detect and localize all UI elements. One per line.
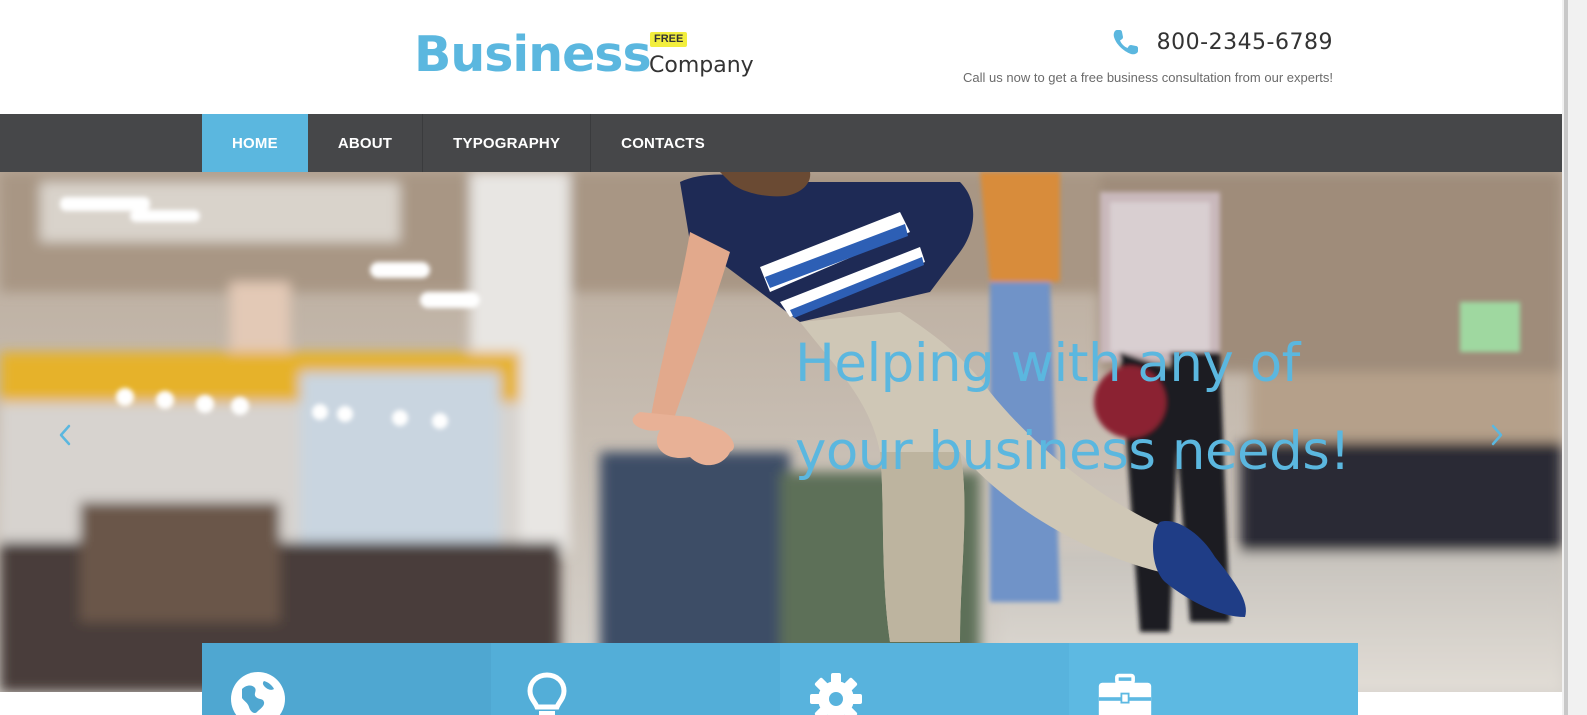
page-scrollbar[interactable] <box>1562 0 1587 715</box>
scrollbar-thumb[interactable] <box>1564 0 1568 715</box>
hero-headline-line-1: Helping with any of <box>795 333 1300 394</box>
lightbulb-icon <box>527 672 567 715</box>
phone-row: 800-2345-6789 <box>963 22 1333 62</box>
gear-icon <box>810 673 862 715</box>
chevron-left-icon <box>59 424 71 446</box>
page: Business FREE Company 800-2345-6789 Call… <box>0 0 1587 715</box>
logo-main-text: Business <box>414 26 652 83</box>
nav-item-typography[interactable]: TYPOGRAPHY <box>423 114 592 172</box>
feature-box-1[interactable] <box>202 643 491 715</box>
phone-icon <box>1111 27 1141 57</box>
slider-prev-button[interactable] <box>54 420 78 450</box>
feature-box-3[interactable] <box>780 643 1069 715</box>
site-header: Business FREE Company 800-2345-6789 Call… <box>0 0 1562 114</box>
contact-tagline: Call us now to get a free business consu… <box>963 70 1333 85</box>
slider-next-button[interactable] <box>1484 420 1508 450</box>
feature-box-2[interactable] <box>491 643 780 715</box>
logo-sub-text: Company <box>649 53 754 78</box>
phone-number[interactable]: 800-2345-6789 <box>1157 30 1333 55</box>
hero-headline-line-2: your business needs! <box>795 421 1351 482</box>
feature-box-4[interactable] <box>1069 643 1358 715</box>
nav-item-contacts[interactable]: CONTACTS <box>591 114 735 172</box>
nav-item-home[interactable]: HOME <box>202 114 308 172</box>
chevron-right-icon <box>1491 424 1503 446</box>
hero-slider: Helping with any of your business needs! <box>0 172 1562 692</box>
hero-headline: Helping with any of your business needs! <box>795 320 1415 496</box>
main-nav: HOME ABOUT TYPOGRAPHY CONTACTS <box>0 114 1562 172</box>
features-strip <box>202 643 1358 715</box>
briefcase-icon <box>1098 673 1152 715</box>
nav-menu: HOME ABOUT TYPOGRAPHY CONTACTS <box>202 114 735 172</box>
nav-item-about[interactable]: ABOUT <box>308 114 424 172</box>
header-contact: 800-2345-6789 Call us now to get a free … <box>963 22 1333 86</box>
globe-icon <box>231 672 285 715</box>
logo-free-badge: FREE <box>650 32 688 47</box>
